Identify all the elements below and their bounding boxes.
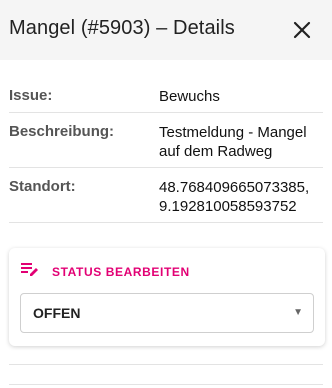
detail-value: Testmeldung - Mangel auf dem Radweg bbox=[159, 124, 307, 160]
detail-row-description: Beschreibung: Testmeldung - Mangel auf d… bbox=[9, 123, 323, 168]
detail-row-location: Standort: 48.768409665073385, 9.19281005… bbox=[9, 178, 323, 223]
detail-label: Standort: bbox=[9, 178, 76, 195]
close-icon[interactable] bbox=[292, 20, 312, 40]
dialog-title: Mangel (#5903) – Details bbox=[9, 17, 235, 39]
detail-value: 48.768409665073385, 9.192810058593752 bbox=[159, 179, 310, 215]
detail-row-issue: Issue: Bewuchs bbox=[9, 87, 323, 113]
edit-note-icon bbox=[21, 262, 39, 278]
divider bbox=[9, 384, 323, 385]
status-select[interactable]: OFFEN ▼ bbox=[20, 293, 314, 333]
status-card-title: STATUS BEARBEITEN bbox=[52, 265, 190, 279]
divider bbox=[9, 364, 323, 365]
status-card: STATUS BEARBEITEN OFFEN ▼ bbox=[9, 248, 325, 346]
detail-value: Bewuchs bbox=[159, 88, 220, 105]
status-select-value: OFFEN bbox=[33, 305, 81, 321]
dialog-header: Mangel (#5903) – Details bbox=[0, 0, 332, 60]
chevron-down-icon: ▼ bbox=[293, 307, 303, 318]
detail-label: Beschreibung: bbox=[9, 123, 115, 140]
detail-label: Issue: bbox=[9, 87, 53, 104]
